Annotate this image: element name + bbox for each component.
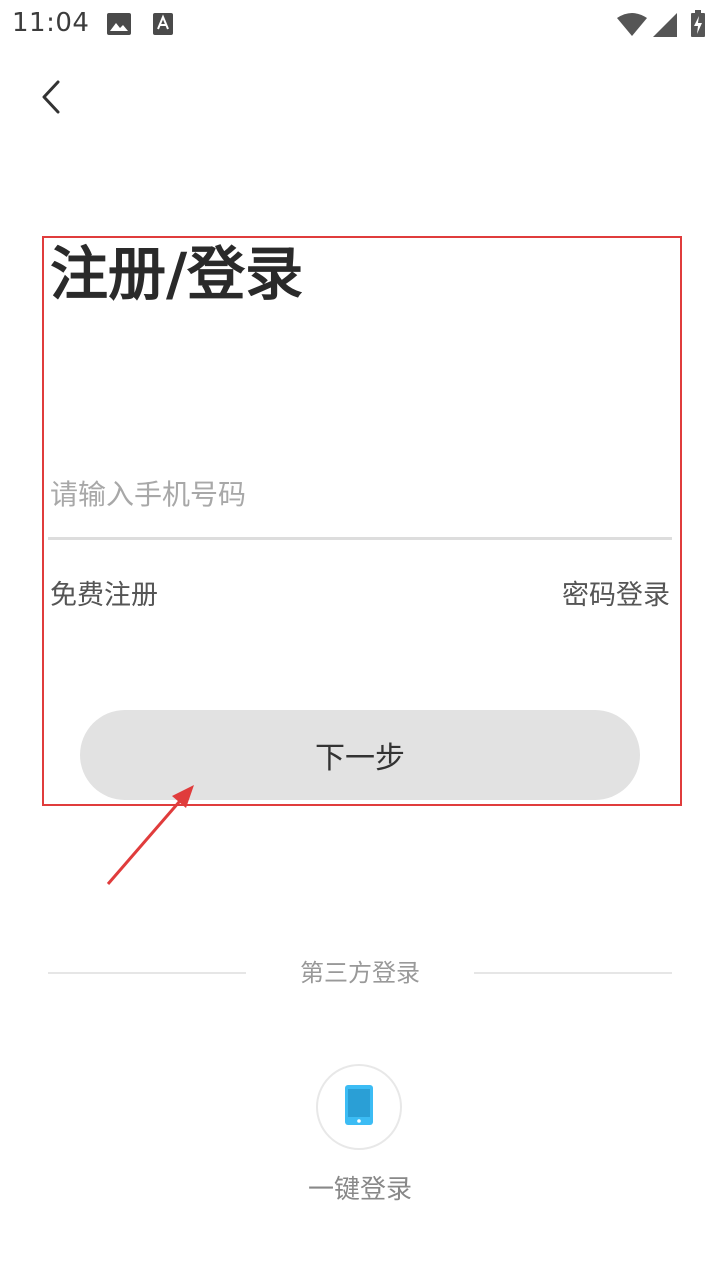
annotation-arrow-icon <box>100 780 200 894</box>
mobile-phone-icon <box>344 1084 374 1130</box>
a-icon <box>152 12 174 40</box>
divider-right <box>474 972 672 974</box>
page-title: 注册/登录 <box>50 240 304 308</box>
free-register-link[interactable]: 免费注册 <box>50 576 158 616</box>
status-time: 11:04 <box>12 8 90 38</box>
back-button[interactable] <box>26 74 76 124</box>
one-click-login-button[interactable] <box>316 1064 402 1150</box>
phone-number-input[interactable] <box>48 466 676 522</box>
input-underline <box>48 537 672 540</box>
third-party-login-label: 第三方登录 <box>300 959 420 987</box>
divider-left <box>48 972 246 974</box>
signal-icon <box>652 12 678 42</box>
chevron-left-icon <box>39 79 63 119</box>
one-click-login-label[interactable]: 一键登录 <box>260 1172 460 1208</box>
password-login-link[interactable]: 密码登录 <box>562 576 670 616</box>
image-icon <box>106 12 132 40</box>
login-screen: 11:04 注册/登录 请输入手机号码 免费注册 密码登录 下一步 第三方登录 … <box>0 0 720 1280</box>
battery-charging-icon <box>690 10 706 42</box>
status-bar: 11:04 <box>0 0 720 48</box>
next-step-label: 下一步 <box>315 741 405 776</box>
wifi-icon <box>616 12 648 42</box>
